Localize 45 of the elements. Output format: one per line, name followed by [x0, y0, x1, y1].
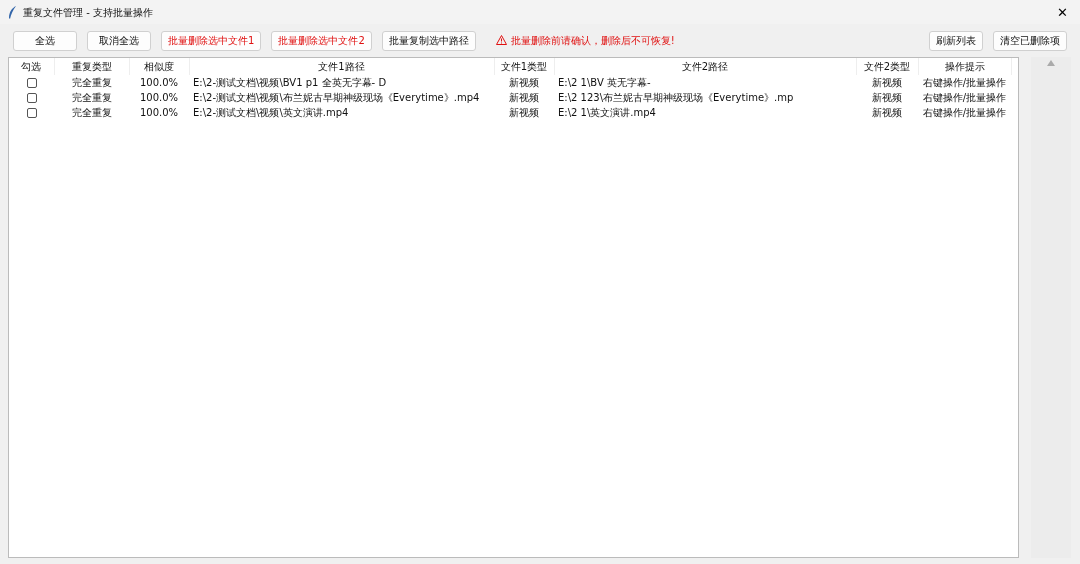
toolbar-button[interactable]: 刷新列表	[929, 30, 983, 51]
table-cell: 新视频	[872, 92, 902, 103]
table-cell: 完全重复	[71, 92, 112, 103]
table-cell: 新视频	[509, 77, 539, 88]
toolbar-button[interactable]: 批量复制选中路径	[381, 30, 476, 51]
table-cell: E:\2 1\英文演讲.mp4	[558, 107, 656, 118]
table-cell: 新视频	[872, 77, 902, 88]
toolbar-button[interactable]: 批量删除选中文件2	[271, 30, 372, 51]
table-cell: 完全重复	[71, 77, 112, 88]
warning-text: 批量删除前请确认，删除后不可恢复!	[495, 33, 675, 48]
table-cell: E:\2-测试文档\视频\BV1 p1 全英无字幕- D	[193, 77, 387, 88]
column-header[interactable]: 重复类型	[54, 58, 129, 75]
toolbar-button[interactable]: 取消全选	[87, 30, 151, 51]
table-cell: 100.0%	[139, 107, 179, 118]
column-header[interactable]: 文件1路径	[189, 58, 494, 75]
table-cell: 右键操作/批量操作	[922, 77, 1007, 88]
column-header[interactable]: 文件1类型	[494, 58, 554, 75]
column-header[interactable]: 勾选	[9, 58, 54, 75]
close-button[interactable]: ✕	[1053, 5, 1072, 19]
table-cell: 右键操作/批量操作	[922, 92, 1007, 103]
table-cell: 100.0%	[139, 92, 179, 103]
scrollbar[interactable]	[1031, 57, 1071, 558]
table-cell: 完全重复	[71, 107, 112, 118]
toolbar-button[interactable]: 全选	[13, 30, 77, 51]
table-cell: 100.0%	[139, 77, 179, 88]
feather-icon	[8, 5, 17, 19]
column-header[interactable]: 文件2路径	[554, 58, 856, 75]
toolbar-button[interactable]: 清空已删除项	[993, 30, 1067, 51]
row-checkbox[interactable]	[26, 108, 37, 118]
warning-icon	[495, 35, 507, 45]
table-cell: E:\2-测试文档\视频\布兰妮古早期神级现场《Everytime》.mp4	[193, 92, 480, 103]
window-title: 重复文件管理 - 支持批量操作	[23, 5, 153, 20]
table-cell: 新视频	[509, 107, 539, 118]
table-cell: 新视频	[872, 107, 902, 118]
table-cell: 新视频	[509, 92, 539, 103]
toolbar-button[interactable]: 批量删除选中文件1	[161, 30, 262, 51]
table-cell: E:\2-测试文档\视频\英文演讲.mp4	[193, 107, 349, 118]
column-header[interactable]: 操作提示	[918, 58, 1011, 75]
column-header[interactable]: 相似度	[129, 58, 189, 75]
column-header[interactable]: 文件2类型	[856, 58, 918, 75]
table-cell: E:\2 123\布兰妮古早期神级现场《Everytime》.mp	[558, 92, 794, 103]
table-cell: E:\2 1\BV 英无字幕-	[558, 77, 651, 88]
row-checkbox[interactable]	[26, 93, 37, 103]
table-cell: 右键操作/批量操作	[922, 107, 1007, 118]
row-checkbox[interactable]	[26, 78, 37, 88]
